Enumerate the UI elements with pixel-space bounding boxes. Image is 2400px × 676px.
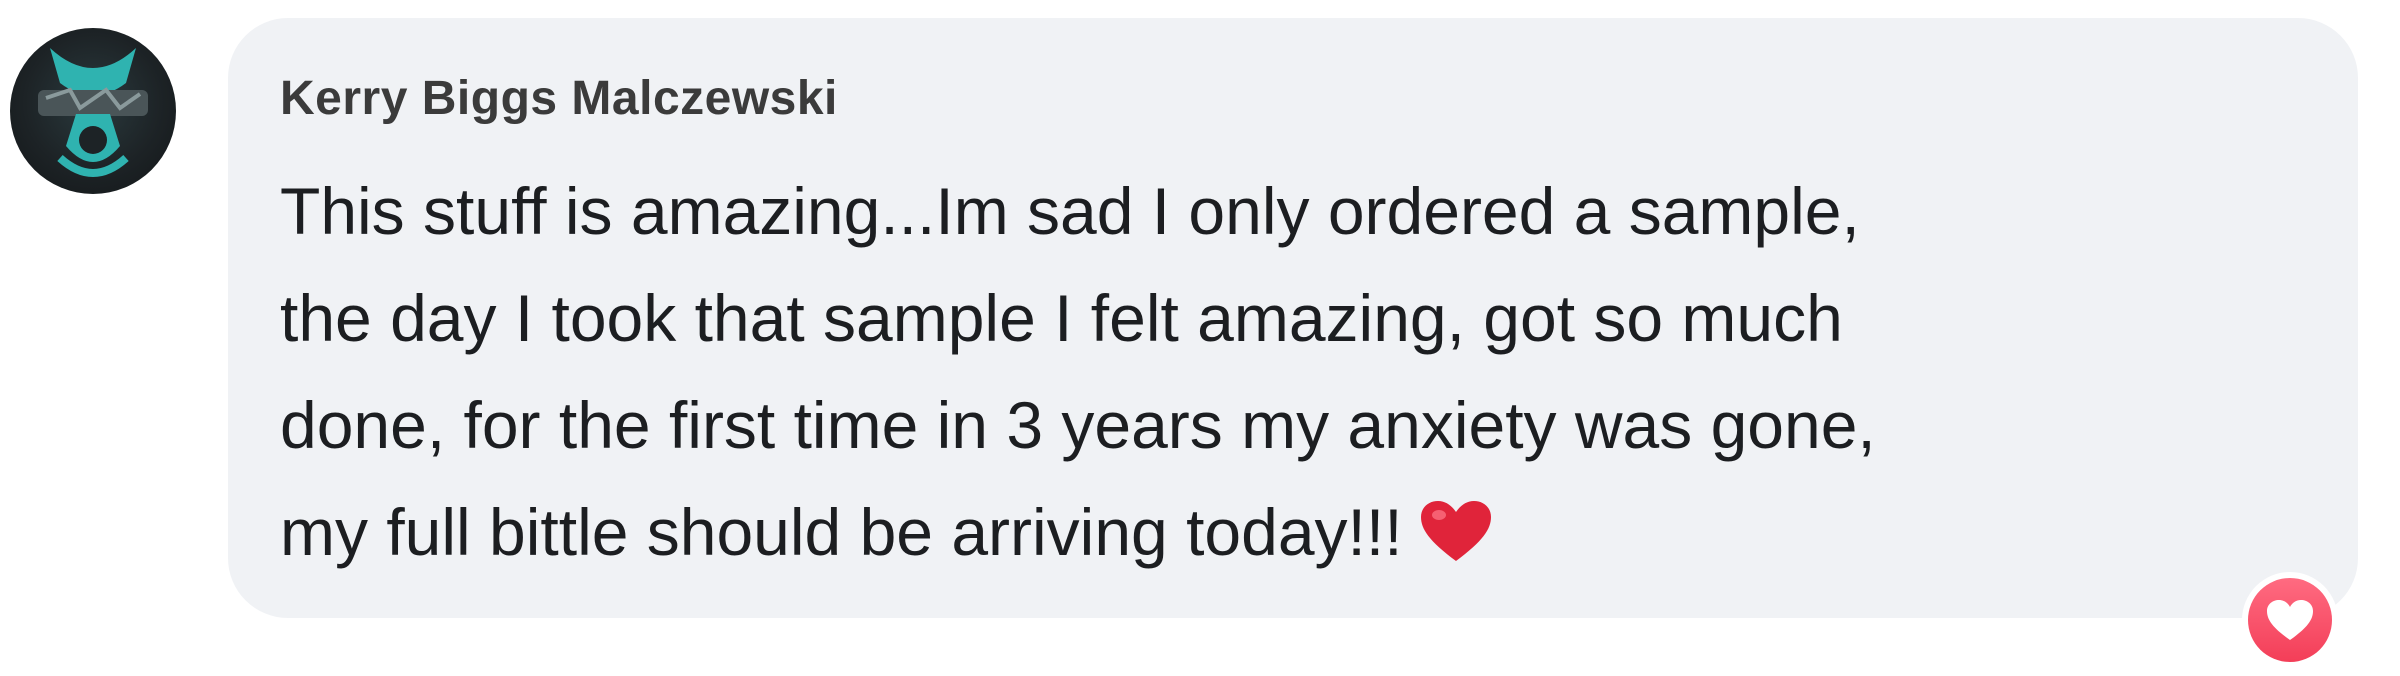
love-reaction-icon (2248, 578, 2332, 662)
avatar[interactable] (10, 28, 176, 194)
comment-author-name[interactable]: Kerry Biggs Malczewski (280, 70, 838, 128)
heart-emoji (1419, 489, 1493, 561)
comment-text-line: done, for the first time in 3 years my a… (280, 388, 1876, 462)
comment-text: This stuff is amazing...Im sad I only or… (280, 158, 2280, 586)
comment-text-line-last: my full bittle should be arriving today!… (280, 479, 2280, 586)
avatar-image (38, 48, 148, 177)
comment-text-line: the day I took that sample I felt amazin… (280, 281, 1843, 355)
comment-text-line-content: my full bittle should be arriving today!… (280, 495, 1403, 569)
comment-row: Kerry Biggs Malczewski This stuff is ama… (0, 0, 2400, 676)
love-reaction-badge[interactable] (2242, 572, 2338, 668)
comment-text-line: This stuff is amazing...Im sad I only or… (280, 174, 1860, 248)
